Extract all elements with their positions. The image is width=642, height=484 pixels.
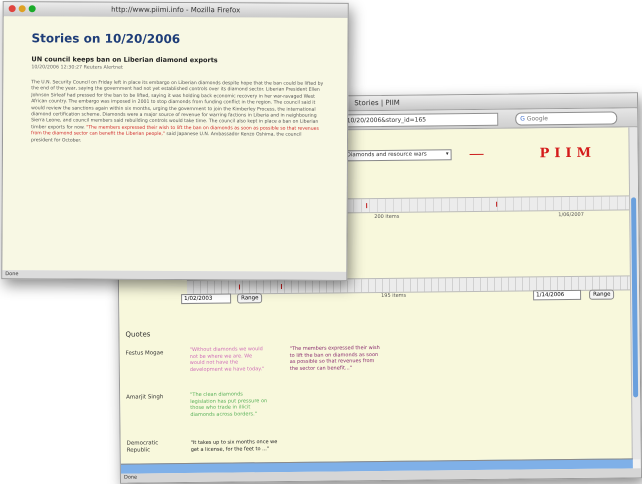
page-title: Stories on 10/20/2006 (31, 31, 181, 47)
quote-text: "It takes up to six months once we get a… (190, 439, 278, 453)
window-controls (8, 5, 36, 13)
story-meta: 10/20/2006 12:30:27 Reuters Alertnet (31, 65, 123, 71)
piim-logo: PIIM (539, 145, 597, 162)
front-status-bar: Done (2, 270, 347, 280)
timeline-marker (238, 284, 241, 290)
quote-speaker: Festus Mogae (125, 350, 164, 357)
timeline-marker (366, 203, 368, 209)
timeline-top-count: 200 items (374, 213, 400, 221)
range-end-button[interactable]: Range (589, 289, 615, 300)
quotes-heading: Quotes (125, 330, 151, 339)
timeline-bottom-count: 195 items (381, 292, 407, 299)
search-placeholder: Google (526, 115, 549, 123)
story-page: Stories on 10/20/2006 UN council keeps b… (2, 16, 348, 272)
vertical-scroll-thumb[interactable] (631, 197, 639, 398)
chevron-down-icon: ▾ (445, 151, 449, 158)
minimize-icon[interactable] (18, 5, 26, 13)
back-window-title: Stories | PIIM (354, 98, 400, 108)
story-browser-window: http://www.piimi.info - Mozilla Firefox … (1, 1, 349, 281)
story-body: The U.N. Security Council on Friday left… (31, 80, 324, 146)
close-icon[interactable] (8, 5, 16, 13)
google-search-icon: G (520, 115, 525, 123)
topic-select[interactable]: Diamonds and resource wars ▾ (343, 149, 452, 162)
quote-text: "The members expressed their wish to lif… (289, 344, 380, 372)
timeline-top-end-date: 1/06/2007 (558, 211, 584, 219)
red-arrow-icon (469, 153, 484, 156)
story-body-text: The U.N. Security Council on Friday left… (31, 80, 324, 131)
range-start-button[interactable]: Range (237, 293, 263, 304)
timeline-marker (280, 284, 283, 290)
quote-speaker: Amarjit Singh (126, 394, 164, 401)
topic-select-value: Diamonds and resource wars (346, 151, 427, 159)
quote-text: "Without diamonds we would not be where … (189, 346, 265, 373)
timeline-marker (496, 201, 498, 207)
quote-speaker: Democratic Republic (126, 440, 159, 454)
range-end-input[interactable]: 1/14/2006 (533, 289, 582, 301)
story-headline[interactable]: UN council keeps ban on Liberian diamond… (31, 55, 217, 64)
search-input[interactable]: G Google (515, 111, 618, 126)
front-window-title: http://www.piimi.info - Mozilla Firefox (111, 5, 241, 15)
quote-text: "The clean diamonds legislation has put … (190, 391, 268, 418)
range-start-input[interactable]: 1/02/2003 (181, 293, 232, 305)
zoom-icon[interactable] (28, 5, 36, 13)
